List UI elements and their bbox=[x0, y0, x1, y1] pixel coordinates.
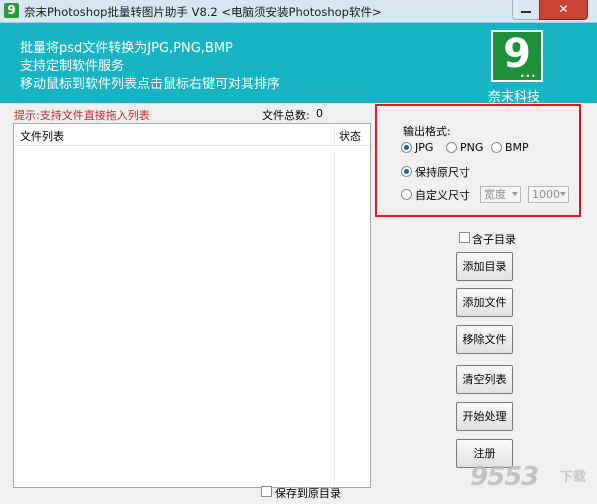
add-folder-button[interactable]: 添加目录 bbox=[456, 252, 513, 281]
banner-line-2: 支持定制软件服务 bbox=[20, 59, 125, 74]
clear-list-button[interactable]: 清空列表 bbox=[456, 365, 513, 394]
file-count-label: 文件总数: bbox=[262, 109, 310, 122]
logo-dots: ... bbox=[520, 66, 537, 80]
file-count-value: 0 bbox=[316, 107, 323, 120]
include-subdir-label[interactable]: 含子目录 bbox=[472, 231, 516, 247]
save-to-original-checkbox[interactable] bbox=[261, 486, 272, 497]
file-list[interactable]: 文件列表 状态 bbox=[13, 123, 371, 488]
banner-line-3: 移动鼠标到软件列表点击鼠标右键可对其排序 bbox=[20, 77, 281, 92]
app-icon: 9 bbox=[4, 3, 19, 18]
watermark-suffix: 下载 bbox=[560, 470, 587, 485]
highlight-frame bbox=[375, 104, 581, 217]
start-process-button[interactable]: 开始处理 bbox=[456, 402, 513, 431]
include-subdir-checkbox[interactable] bbox=[459, 232, 470, 243]
close-button[interactable]: ✕ bbox=[539, 0, 588, 20]
minimize-button[interactable] bbox=[512, 0, 540, 20]
company-logo: 9 ... bbox=[491, 30, 543, 82]
column-header-status[interactable]: 状态 bbox=[339, 128, 361, 144]
column-divider bbox=[334, 124, 335, 487]
company-name: 奈末科技 bbox=[488, 90, 541, 105]
column-header-files[interactable]: 文件列表 bbox=[20, 128, 64, 144]
save-to-original-label[interactable]: 保存到原目录 bbox=[275, 485, 341, 501]
drag-hint: 提示:支持文件直接拖入列表 bbox=[14, 109, 150, 122]
banner-line-1: 批量将psd文件转换为JPG,PNG,BMP bbox=[20, 41, 233, 56]
list-header: 文件列表 状态 bbox=[14, 124, 370, 146]
remove-file-button[interactable]: 移除文件 bbox=[456, 325, 513, 354]
window-title: 奈末Photoshop批量转图片助手 V8.2 <电脑须安装Photoshop软… bbox=[24, 5, 382, 19]
add-file-button[interactable]: 添加文件 bbox=[456, 288, 513, 317]
watermark: 9553 bbox=[470, 462, 539, 492]
